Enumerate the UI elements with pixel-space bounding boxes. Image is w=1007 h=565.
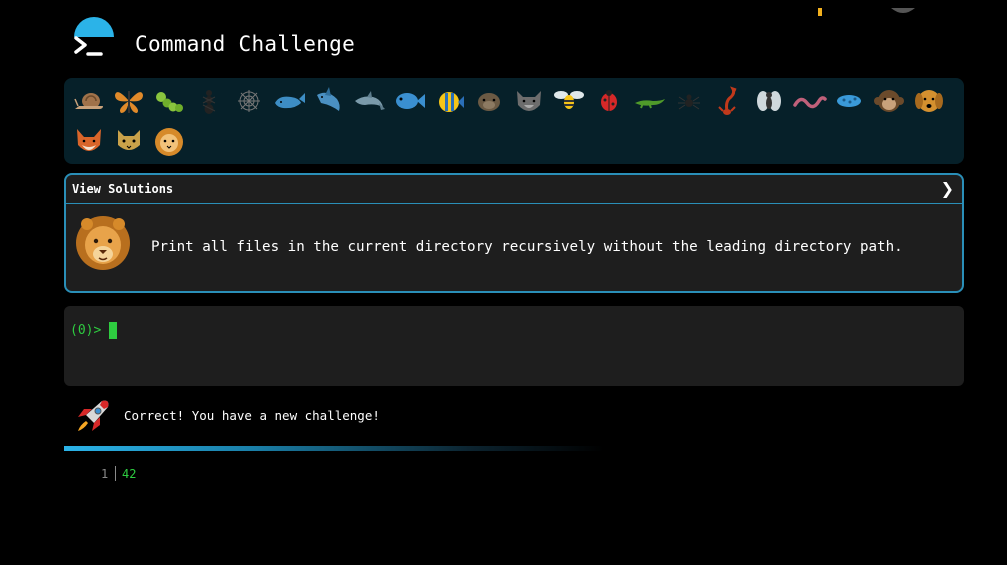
wolf-icon[interactable] [509, 81, 549, 121]
line-separator [115, 466, 116, 481]
spider-icon[interactable] [669, 81, 709, 121]
avatar-icon [891, 8, 915, 13]
challenge-panel: View Solutions ❯ Print all files in the … [64, 173, 964, 293]
header: Command Challenge [64, 8, 964, 70]
butterfly-icon[interactable] [109, 81, 149, 121]
challenge-body: Print all files in the current directory… [66, 204, 962, 291]
fish-icon[interactable] [389, 81, 429, 121]
output-value: 42 [122, 467, 137, 481]
status-message: Correct! You have a new challenge! [64, 393, 964, 443]
dolphin-icon[interactable] [349, 81, 389, 121]
view-solutions-toggle[interactable]: View Solutions ❯ [66, 175, 962, 204]
terminal-cursor [109, 322, 117, 339]
ladybug-icon[interactable] [589, 81, 629, 121]
whale-icon[interactable] [269, 81, 309, 121]
microbe-icon[interactable] [829, 81, 869, 121]
lizard-icon[interactable] [629, 81, 669, 121]
page: Command Challenge View Solutions ❯ Print… [0, 0, 1007, 565]
worm-icon[interactable] [789, 81, 829, 121]
challenge-description: Print all files in the current directory… [151, 239, 903, 255]
terminal-prompt: (0)> [70, 323, 102, 338]
fox-icon[interactable] [69, 121, 109, 161]
progress-bar [64, 446, 604, 451]
terminal-input-area[interactable]: (0)> [64, 306, 964, 386]
creature-strip [64, 78, 964, 164]
lion-icon[interactable] [149, 121, 189, 161]
scorpion-icon[interactable] [709, 81, 749, 121]
otter-icon[interactable] [469, 81, 509, 121]
rocket-icon [78, 400, 109, 431]
status-text: Correct! You have a new challenge! [124, 408, 380, 423]
spider-web-icon[interactable] [229, 81, 269, 121]
dog-icon[interactable] [909, 81, 949, 121]
ant-icon[interactable] [189, 81, 229, 121]
view-solutions-label[interactable]: View Solutions [72, 182, 173, 196]
bee-icon[interactable] [549, 81, 589, 121]
terminal-prompt-icon[interactable] [73, 34, 103, 58]
caterpillar-icon[interactable] [149, 81, 189, 121]
snail-icon[interactable] [69, 81, 109, 121]
cat-icon[interactable] [109, 121, 149, 161]
lion-icon [76, 216, 130, 270]
monkey-icon[interactable] [869, 81, 909, 121]
fly-icon[interactable] [749, 81, 789, 121]
chevron-right-icon[interactable]: ❯ [941, 179, 954, 198]
line-number: 1 [101, 467, 109, 481]
shark-icon[interactable] [309, 81, 349, 121]
page-title: Command Challenge [135, 32, 356, 56]
tropical-fish-icon[interactable] [429, 81, 469, 121]
output-line: 1 42 [64, 465, 964, 485]
decoration-icon [818, 8, 822, 16]
